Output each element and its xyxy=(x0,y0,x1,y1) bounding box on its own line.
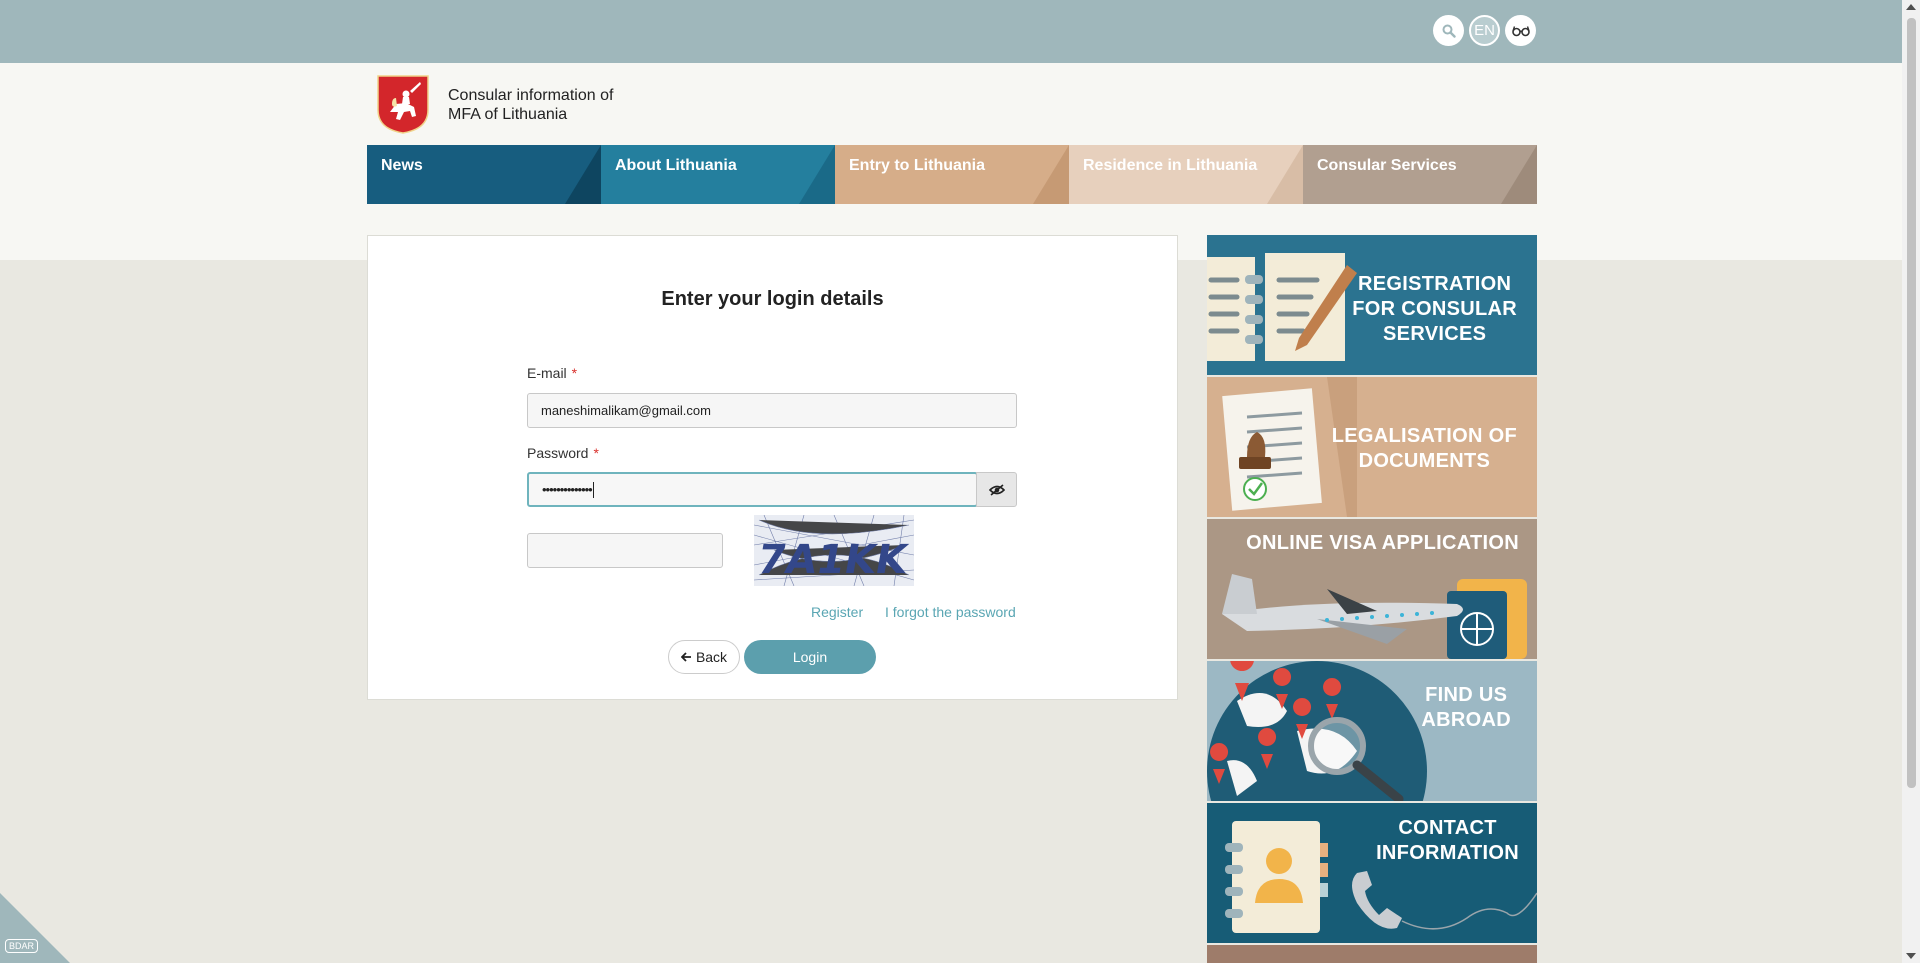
email-field[interactable]: maneshimalikam@gmail.com xyxy=(527,393,1017,428)
banner-line: Online visa application xyxy=(1246,532,1519,554)
password-label: Password * xyxy=(527,445,599,461)
nav-item-label: Residence in Lithuania xyxy=(1083,157,1258,174)
banner-line: abroad xyxy=(1421,709,1511,731)
captcha-noise: 7A1KK xyxy=(754,515,914,586)
nav-item-label: About Lithuania xyxy=(615,157,737,174)
top-bar: EN xyxy=(0,0,1902,63)
toggle-password-visibility-button[interactable] xyxy=(976,472,1017,507)
glasses-icon xyxy=(1511,25,1530,36)
text-cursor xyxy=(592,481,594,498)
lithuania-coat-of-arms-logo[interactable] xyxy=(376,74,430,135)
banner-contact-information[interactable]: Contact information xyxy=(1207,803,1537,943)
email-label: E-mail * xyxy=(527,365,577,381)
banner-line: information xyxy=(1376,842,1519,864)
search-button[interactable] xyxy=(1433,15,1464,46)
banner-registration-consular-services[interactable]: Registration for consular services xyxy=(1207,235,1537,375)
banner-text: Registration for consular services xyxy=(1352,272,1517,347)
back-button[interactable]: Back xyxy=(668,640,740,674)
required-marker: * xyxy=(571,365,578,381)
search-icon xyxy=(1442,24,1456,38)
email-label-text: E-mail xyxy=(527,365,567,381)
nav-item-about-lithuania[interactable]: About Lithuania xyxy=(601,145,835,204)
site-title-line2: MFA of Lithuania xyxy=(448,106,568,123)
banner-online-visa-application[interactable]: Online visa application xyxy=(1207,519,1537,659)
password-field[interactable]: •••••••••••••• xyxy=(527,472,978,507)
banner-partial[interactable] xyxy=(1207,945,1537,963)
nav-item-label: Consular Services xyxy=(1317,157,1457,174)
scroll-up-arrow-icon[interactable] xyxy=(1906,4,1916,10)
main-navigation: News About Lithuania Entry to Lithuania … xyxy=(367,145,1537,204)
banner-line: documents xyxy=(1358,450,1491,472)
nav-item-residence-in-lithuania[interactable]: Residence in Lithuania xyxy=(1069,145,1303,204)
notebook-pencil-icon xyxy=(1207,253,1357,361)
banner-line: Contact xyxy=(1398,817,1497,839)
banner-text: Online visa application xyxy=(1246,531,1519,556)
nav-corner-decoration xyxy=(1267,145,1303,204)
password-label-text: Password xyxy=(527,445,589,461)
banner-find-us-abroad[interactable]: Find us abroad xyxy=(1207,661,1537,801)
banner-line: Find us xyxy=(1425,684,1508,706)
login-button[interactable]: Login xyxy=(744,640,876,674)
banner-line: for consular xyxy=(1352,298,1517,320)
banner-text: Contact information xyxy=(1376,816,1519,866)
nav-item-label: News xyxy=(381,157,423,174)
login-card: Enter your login details E-mail * maneshi… xyxy=(367,235,1178,700)
captcha-input[interactable] xyxy=(527,533,723,568)
nav-corner-decoration xyxy=(799,145,835,204)
forgot-password-link[interactable]: I forgot the password xyxy=(885,604,1016,620)
nav-item-news[interactable]: News xyxy=(367,145,601,204)
banner-line: Registration xyxy=(1358,273,1512,295)
banner-line: services xyxy=(1383,323,1487,345)
nav-item-label: Entry to Lithuania xyxy=(849,157,985,174)
site-title-line1: Consular information of xyxy=(448,87,614,104)
nav-corner-decoration xyxy=(1501,145,1537,204)
banner-text: Find us abroad xyxy=(1421,683,1511,733)
banner-line: Legalisation of xyxy=(1331,425,1517,447)
banner-text: Legalisation of documents xyxy=(1332,424,1517,474)
required-marker: * xyxy=(593,445,599,461)
accessibility-button[interactable] xyxy=(1505,15,1536,46)
gdpr-corner-badge[interactable]: BDAR xyxy=(0,893,70,963)
password-value: •••••••••••••• xyxy=(542,482,593,497)
captcha-text: 7A1KK xyxy=(754,536,913,583)
back-button-label: Back xyxy=(695,649,728,665)
nav-corner-decoration xyxy=(1033,145,1069,204)
language-switch-button[interactable]: EN xyxy=(1469,15,1500,46)
nav-item-entry-to-lithuania[interactable]: Entry to Lithuania xyxy=(835,145,1069,204)
nav-corner-decoration xyxy=(565,145,601,204)
register-link[interactable]: Register xyxy=(811,604,863,620)
eye-slash-icon xyxy=(988,483,1005,496)
site-title[interactable]: Consular information of MFA of Lithuania xyxy=(448,86,613,124)
captcha-image: 7A1KK xyxy=(754,515,914,586)
login-title: Enter your login details xyxy=(661,288,884,310)
page-scrollbar[interactable] xyxy=(1902,0,1920,963)
banner-legalisation-of-documents[interactable]: Legalisation of documents xyxy=(1207,377,1537,517)
gdpr-badge-label: BDAR xyxy=(5,939,39,953)
nav-item-consular-services[interactable]: Consular Services xyxy=(1303,145,1537,204)
scroll-thumb[interactable] xyxy=(1907,18,1916,788)
scroll-down-arrow-icon[interactable] xyxy=(1906,953,1916,959)
arrow-left-icon xyxy=(680,652,691,662)
globe-pins-magnifier-icon xyxy=(1207,661,1427,801)
